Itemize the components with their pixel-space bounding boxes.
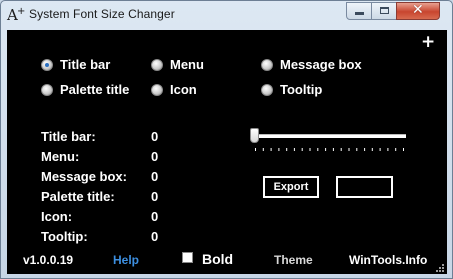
font-size-slider-thumb[interactable]: [250, 128, 259, 143]
radio-label: Tooltip: [280, 82, 323, 97]
slider-ticks: [255, 148, 404, 151]
slider-tick: [270, 148, 272, 151]
font-size-slider-track[interactable]: [251, 134, 406, 138]
close-icon: ✕: [412, 2, 424, 18]
radio-dot: [151, 59, 163, 71]
radio-label: Palette title: [60, 82, 130, 97]
main-panel: + Title bar Menu Message box Palette tit…: [7, 30, 447, 274]
bold-checkbox[interactable]: [182, 252, 193, 263]
size-label-title-bar: Title bar:: [41, 129, 96, 144]
slider-tick: [301, 148, 303, 151]
radio-label: Icon: [170, 82, 197, 97]
app-icon-plus: +: [17, 6, 26, 17]
size-label-tooltip: Tooltip:: [41, 229, 88, 244]
radio-label: Message box: [280, 57, 362, 72]
slider-tick: [379, 148, 381, 151]
size-label-message-box: Message box:: [41, 169, 127, 184]
size-value-menu: 0: [151, 149, 159, 164]
slider-tick: [348, 148, 350, 151]
slider-tick: [371, 148, 373, 151]
slider-tick: [255, 148, 256, 151]
title-bar[interactable]: A + System Font Size Changer ✕: [1, 1, 452, 29]
maximize-icon: [380, 7, 389, 14]
plus-button[interactable]: +: [421, 34, 435, 51]
size-label-icon: Icon:: [41, 209, 73, 224]
app-icon: A +: [7, 6, 25, 24]
export-button[interactable]: Export: [263, 176, 319, 198]
size-label-palette-title: Palette title:: [41, 189, 115, 204]
close-button[interactable]: ✕: [396, 2, 440, 20]
slider-tick: [325, 148, 327, 151]
slider-tick: [293, 148, 295, 151]
wintools-link[interactable]: WinTools.Info: [349, 253, 427, 267]
slider-tick: [340, 148, 342, 151]
size-value-title-bar: 0: [151, 129, 159, 144]
slider-tick: [278, 148, 280, 151]
size-label-menu: Menu:: [41, 149, 80, 164]
slider-tick: [364, 148, 366, 151]
radio-dot: [151, 84, 163, 96]
version-label: v1.0.0.19: [23, 253, 74, 267]
radio-dot: [261, 84, 273, 96]
radio-label: Menu: [170, 57, 204, 72]
slider-tick: [387, 148, 389, 151]
window-title: System Font Size Changer: [29, 7, 175, 21]
slider-tick: [286, 148, 288, 151]
minimize-icon: [355, 12, 364, 15]
slider-tick: [395, 148, 397, 151]
radio-dot: [261, 59, 273, 71]
app-window: A + System Font Size Changer ✕ + Title ba…: [0, 0, 453, 279]
size-value-palette-title: 0: [151, 189, 159, 204]
resize-grip-icon[interactable]: [435, 263, 445, 273]
slider-tick: [356, 148, 358, 151]
size-value-tooltip: 0: [151, 229, 159, 244]
size-value-message-box: 0: [151, 169, 159, 184]
theme-link[interactable]: Theme: [274, 253, 313, 267]
slider-tick: [403, 148, 404, 151]
size-value-icon: 0: [151, 209, 159, 224]
maximize-button[interactable]: [371, 2, 397, 20]
radio-dot: [41, 59, 53, 71]
radio-dot: [41, 84, 53, 96]
help-link[interactable]: Help: [113, 253, 139, 267]
slider-tick: [262, 148, 264, 151]
radio-label: Title bar: [60, 57, 111, 72]
minimize-button[interactable]: [346, 2, 372, 20]
bold-checkbox-label[interactable]: Bold: [202, 251, 233, 267]
slider-tick: [317, 148, 319, 151]
slider-tick: [332, 148, 334, 151]
slider-tick: [309, 148, 311, 151]
apply-button[interactable]: [336, 176, 393, 198]
